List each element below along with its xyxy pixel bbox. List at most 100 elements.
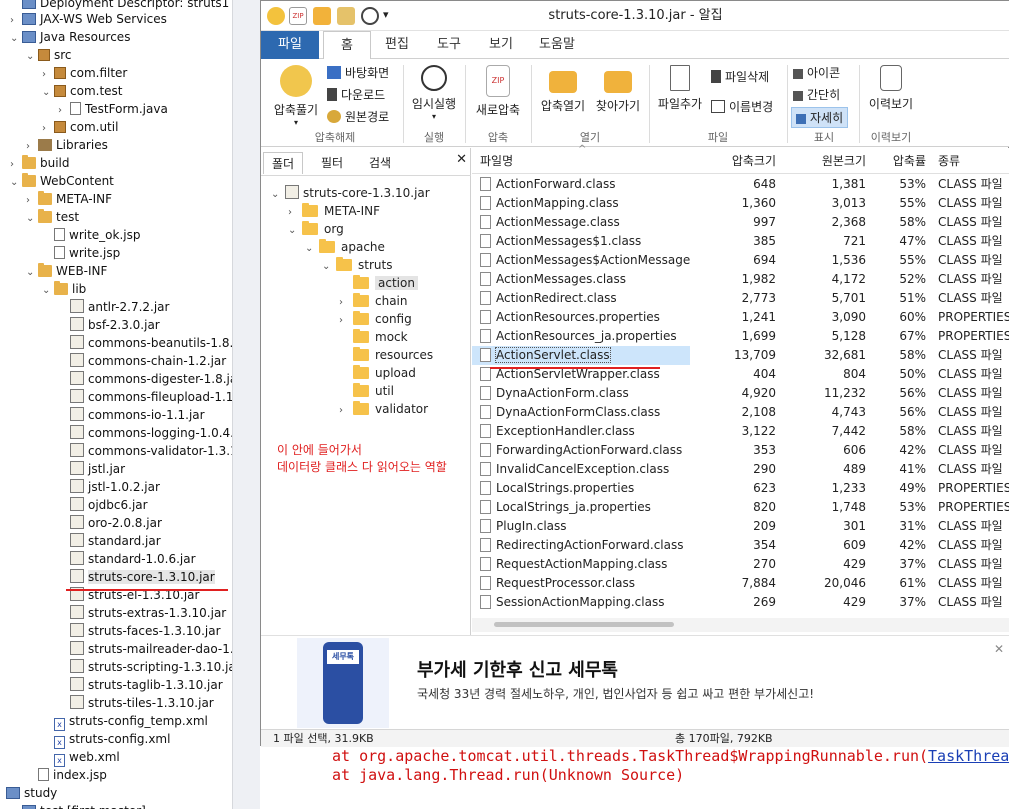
explorer-item[interactable]: ⌄ Java Resources xyxy=(10,28,130,46)
folder-tree-item[interactable]: ⌄ org xyxy=(288,220,344,238)
explorer-item[interactable]: antlr-2.7.2.jar xyxy=(58,298,169,316)
table-row[interactable]: ActionMessage.class 997 2,368 58% CLASS 파일 xyxy=(472,213,1009,232)
explorer-item[interactable]: commons-io-1.1.jar xyxy=(58,406,205,424)
folder-tree-item[interactable]: › config xyxy=(339,310,412,328)
table-row[interactable]: RequestActionMapping.class 270 429 37% CLASS… xyxy=(472,555,1009,574)
explorer-item[interactable]: standard.jar xyxy=(58,532,161,550)
table-row[interactable]: ActionMapping.class 1,360 3,013 55% CLASS 파일 xyxy=(472,194,1009,213)
table-row[interactable]: InvalidCancelException.class 290 489 41% CLA… xyxy=(472,460,1009,479)
explorer-item[interactable]: commons-validator-1.3.1. xyxy=(58,442,240,460)
folder-tree-item[interactable]: action xyxy=(339,274,418,292)
table-row[interactable]: DynaActionForm.class 4,920 11,232 56% CLASS … xyxy=(472,384,1009,403)
explorer-item[interactable]: ›study xyxy=(0,784,57,802)
console-stack-link[interactable]: TaskThread xyxy=(928,747,1009,765)
run-temp-button[interactable]: 임시실행 ▾ xyxy=(407,65,461,121)
explorer-item[interactable]: › JAX-WS Web Services xyxy=(10,10,167,28)
open-archive-button[interactable]: 압축열기 xyxy=(535,65,591,114)
table-row[interactable]: ActionForward.class 648 1,381 53% CLASS 파일 xyxy=(472,175,1009,194)
collapse-icon[interactable]: ⌄ xyxy=(42,84,54,102)
explorer-item[interactable]: commons-chain-1.2.jar xyxy=(58,352,226,370)
explorer-item[interactable]: ojdbc6.jar xyxy=(58,496,148,514)
tab-view[interactable]: 보기 xyxy=(475,31,527,59)
table-row[interactable]: PlugIn.class 209 301 31% CLASS 파일 xyxy=(472,517,1009,536)
table-row[interactable]: ForwardingActionForward.class 353 606 42% CL… xyxy=(472,441,1009,460)
horizontal-scrollbar[interactable] xyxy=(472,618,1009,632)
tab-file[interactable]: 파일 xyxy=(261,31,319,59)
table-row[interactable]: LocalStrings_ja.properties 820 1,748 53% PRO… xyxy=(472,498,1009,517)
tab-filter[interactable]: 필터 xyxy=(313,152,351,174)
explorer-item[interactable]: write.jsp xyxy=(42,244,120,262)
explorer-item[interactable]: › com.filter xyxy=(42,64,127,82)
table-row[interactable]: ActionServlet.class 13,709 32,681 58% CLASS … xyxy=(472,346,1009,365)
table-row[interactable]: ExceptionHandler.class 3,122 7,442 58% CLASS… xyxy=(472,422,1009,441)
view-details-button[interactable]: 자세히 xyxy=(791,107,849,128)
table-row[interactable]: ActionRedirect.class 2,773 5,701 51% CLASS 파… xyxy=(472,289,1009,308)
collapse-icon[interactable]: ⌄ xyxy=(288,222,302,240)
expand-icon[interactable]: › xyxy=(339,402,353,420)
tab-edit[interactable]: 편집 xyxy=(371,31,423,59)
folder-tree-item[interactable]: ⌄ struts xyxy=(322,256,392,274)
explorer-item[interactable]: struts-taglib-1.3.10.jar xyxy=(58,676,223,694)
tab-search[interactable]: 검색 xyxy=(361,152,399,174)
explorer-item[interactable]: write_ok.jsp xyxy=(42,226,140,244)
explorer-item[interactable]: x struts-config_temp.xml xyxy=(42,712,208,731)
extract-button[interactable]: 압축풀기 ▾ xyxy=(269,65,323,127)
table-row[interactable]: SessionActionMapping.class 269 429 37% CLASS… xyxy=(472,593,1009,612)
col-name[interactable]: 파일명 xyxy=(480,148,513,174)
table-row[interactable]: ActionResources_ja.properties 1,699 5,128 6… xyxy=(472,327,1009,346)
collapse-icon[interactable]: ⌄ xyxy=(10,174,22,192)
table-row[interactable]: LocalStrings.properties 623 1,233 49% PROPER… xyxy=(472,479,1009,498)
ad-banner[interactable]: 세무톡 부가세 기한후 신고 세무톡 국세청 33년 경력 절세노하우, 개인,… xyxy=(261,635,1009,729)
tab-help[interactable]: 도움말 xyxy=(527,31,587,59)
explorer-item[interactable]: commons-fileupload-1.1.1 xyxy=(58,388,240,406)
explorer-item[interactable]: struts-core-1.3.10.jar xyxy=(58,568,215,586)
folder-tree-item[interactable]: ⌄ apache xyxy=(305,238,385,256)
ad-close-icon[interactable]: ✕ xyxy=(994,642,1004,656)
view-sash[interactable] xyxy=(232,0,260,809)
view-simple-button[interactable]: 간단히 xyxy=(793,85,840,106)
explorer-item[interactable]: commons-beanutils-1.8.0 xyxy=(58,334,240,352)
explorer-item[interactable]: index.jsp xyxy=(26,766,107,784)
collapse-icon[interactable]: ⌄ xyxy=(26,48,38,66)
explorer-item[interactable]: › TestForm.java xyxy=(58,100,168,118)
explorer-item[interactable]: ⌄ WEB-INF xyxy=(26,262,107,280)
folder-tree-item[interactable]: resources xyxy=(339,346,433,364)
explorer-item[interactable]: struts-mailreader-dao-1.3. xyxy=(58,640,240,658)
table-row[interactable]: ActionMessages$ActionMessageIt... 694 1,53… xyxy=(472,251,1009,270)
table-row[interactable]: RequestProcessor.class 7,884 20,046 61% CLAS… xyxy=(472,574,1009,593)
explorer-item[interactable]: commons-digester-1.8.jar xyxy=(58,370,240,388)
table-row[interactable]: ActionResources.properties 1,241 3,090 60% P… xyxy=(472,308,1009,327)
explorer-item[interactable]: struts-scripting-1.3.10.jar xyxy=(58,658,240,676)
explorer-item[interactable]: struts-faces-1.3.10.jar xyxy=(58,622,221,640)
explorer-item[interactable]: ⌄ src xyxy=(26,46,72,64)
col-compressed[interactable]: 압축크기 xyxy=(692,148,776,174)
explorer-item[interactable]: › com.util xyxy=(42,118,118,136)
rename-button[interactable]: 이름변경 xyxy=(711,97,773,118)
table-row[interactable]: ActionMessages.class 1,982 4,172 52% CLASS 파… xyxy=(472,270,1009,289)
explorer-item[interactable]: ⌄ test xyxy=(26,208,79,226)
new-zip-button[interactable]: ZIP 새로압축 xyxy=(469,65,527,118)
collapse-icon[interactable]: ⌄ xyxy=(271,186,285,204)
extract-original-path-button[interactable]: 원본경로 xyxy=(327,107,389,128)
tab-folders[interactable]: 폴더 xyxy=(263,152,304,174)
explorer-item[interactable]: x web.xml xyxy=(42,748,120,767)
history-button[interactable]: 이력보기 xyxy=(863,65,919,112)
explorer-item[interactable]: › META-INF xyxy=(26,190,112,208)
collapse-icon[interactable]: ⌄ xyxy=(26,264,38,282)
table-row[interactable]: DynaActionFormClass.class 2,108 4,743 56% CL… xyxy=(472,403,1009,422)
extract-downloads-button[interactable]: 다운로드 xyxy=(327,85,385,106)
close-pane-icon[interactable]: ✕ xyxy=(456,152,467,167)
tab-home[interactable]: 홈 xyxy=(323,31,371,60)
explorer-item[interactable]: ⌄ com.test xyxy=(42,82,123,100)
collapse-icon[interactable]: ⌄ xyxy=(42,282,54,300)
explorer-item[interactable]: struts-extras-1.3.10.jar xyxy=(58,604,226,622)
delete-file-button[interactable]: 파일삭제 xyxy=(711,67,769,88)
collapse-icon[interactable]: ⌄ xyxy=(322,258,336,276)
extract-desktop-button[interactable]: 바탕화면 xyxy=(327,63,389,84)
collapse-icon[interactable]: ⌄ xyxy=(26,210,38,228)
folder-tree-item[interactable]: upload xyxy=(339,364,416,382)
explorer-item[interactable]: commons-logging-1.0.4.ja xyxy=(58,424,240,442)
folder-tree-item[interactable]: › META-INF xyxy=(288,202,380,220)
collapse-icon[interactable]: ⌄ xyxy=(305,240,319,258)
collapse-icon[interactable]: ⌄ xyxy=(10,30,22,48)
